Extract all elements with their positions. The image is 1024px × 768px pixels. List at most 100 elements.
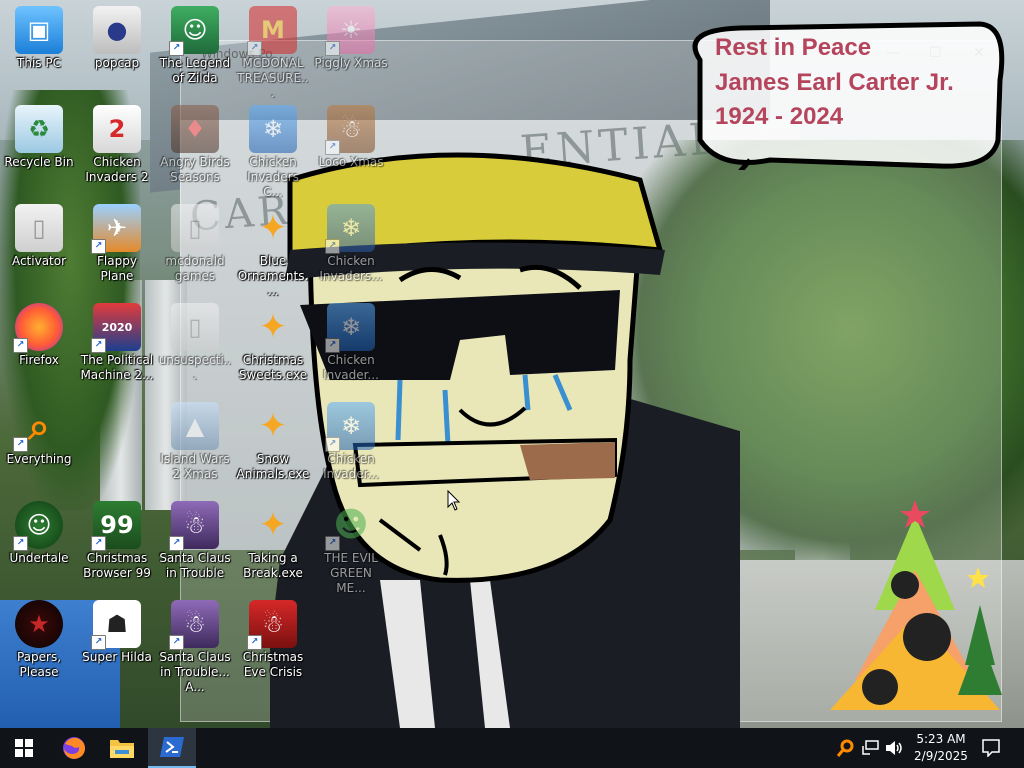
shortcut-arrow-icon: ↗	[169, 41, 184, 56]
desktop-icon-super-hilda[interactable]: ☗ ↗ Super Hilda	[78, 596, 156, 692]
action-center-button[interactable]	[981, 738, 1001, 758]
chicken-invaders-xmas-icon: ❄ ↗	[325, 204, 375, 254]
everything-search-icon: ⌕ ↗	[13, 402, 63, 452]
desktop-icon-label: Undertale	[9, 551, 69, 565]
desktop-icon-label: Santa Claus in Trouble... A...	[159, 650, 231, 694]
desktop-icon-recycle-bin[interactable]: ♻ Recycle Bin	[0, 101, 78, 197]
everything-tray-icon[interactable]	[836, 738, 856, 758]
desktop-icon-chicken-invaders[interactable]: ❄ ↗ Chicken Invaders...	[312, 200, 390, 296]
christmas-browser-icon: 99 ↗	[91, 501, 141, 551]
desktop-icon-island-wars-2-xmas[interactable]: ▲ Island Wars 2 Xmas	[156, 398, 234, 494]
firefox-icon: ↗	[13, 303, 63, 353]
desktop-icon-label: The Political Machine 2...	[80, 353, 154, 382]
desktop-icon-label: Papers, Please	[16, 650, 62, 679]
desktop-icon-label: Chicken Invader...	[323, 452, 379, 481]
desktop-icon-label: Island Wars 2 Xmas	[160, 452, 230, 481]
desktop-icon-angry-birds-seasons[interactable]: ♦ Angry Birds Seasons	[156, 101, 234, 197]
desktop-icon-label: Piggly Xmas	[314, 56, 388, 70]
desktop-icon-unsuspecti[interactable]: ▯ unsuspecti...	[156, 299, 234, 395]
taskbar-file-explorer-button[interactable]	[98, 728, 146, 768]
speech-line-1: Rest in Peace	[715, 34, 872, 61]
desktop-icon-snow-animals-exe[interactable]: ✦ Snow Animals.exe	[234, 398, 312, 494]
clock-date: 2/9/2025	[914, 749, 968, 763]
desktop-icon-label: Chicken Invaders...	[319, 254, 383, 283]
taskbar: 5:23 AM 2/9/2025	[0, 728, 1024, 768]
desktop-icon-chicken-invader[interactable]: ❄ ↗ Chicken Invader...	[312, 299, 390, 395]
piggly-xmas-icon: ☀ ↗	[325, 6, 375, 56]
chicken-invaders-icon: ❄ ↗	[325, 402, 375, 452]
desktop-icon-christmas-sweets-exe[interactable]: ✦ Christmas Sweets.exe	[234, 299, 312, 395]
desktop-icon-popcap[interactable]: ● popcap	[78, 2, 156, 98]
notification-icon	[982, 739, 1000, 757]
shortcut-arrow-icon: ↗	[13, 437, 28, 452]
political-machine-icon: 2020 ↗	[91, 303, 141, 353]
desktop-icon-label: Blue Ornaments....	[237, 254, 309, 298]
christmas-tree-decoration	[830, 500, 1002, 710]
desktop-icon-santa-claus-in-trouble-a[interactable]: ☃ ↗ Santa Claus in Trouble... A...	[156, 596, 234, 694]
mouse-cursor-icon	[447, 490, 461, 511]
mcdonalds-icon: M ↗	[247, 6, 297, 56]
papers-please-icon: ★	[15, 600, 63, 648]
shortcut-arrow-icon: ↗	[13, 536, 28, 551]
flappy-plane-icon: ✈ ↗	[91, 204, 141, 254]
desktop-icon-chicken-invader[interactable]: ❄ ↗ Chicken Invader...	[312, 398, 390, 494]
desktop-icon-christmas-eve-crisis[interactable]: ☃ ↗ Christmas Eve Crisis	[234, 596, 312, 692]
start-button[interactable]	[0, 728, 48, 768]
desktop-icon-label: Activator	[11, 254, 67, 268]
desktop-icon-the-legend-of-zilda[interactable]: ☺ ↗ The Legend of Zilda	[156, 2, 234, 98]
this-pc-icon: ▣	[15, 6, 63, 54]
desktop-icon-the-political-machine-2[interactable]: 2020 ↗ The Political Machine 2...	[78, 299, 156, 395]
desktop-icon-activator[interactable]: ▯ Activator	[0, 200, 78, 296]
desktop-icon-chicken-invaders-2[interactable]: 2 Chicken Invaders 2	[78, 101, 156, 197]
desktop-icon-chicken-invaders-c[interactable]: ❄ Chicken Invaders C...	[234, 101, 312, 199]
desktop-icon-label: unsuspecti...	[158, 353, 232, 382]
taskbar-firefox-button[interactable]	[50, 728, 98, 768]
shortcut-arrow-icon: ↗	[325, 437, 340, 452]
desktop-icon-the-evil-green-me[interactable]: ☻ ↗ THE EVIL GREEN ME...	[312, 497, 390, 595]
desktop-icon-piggly-xmas[interactable]: ☀ ↗ Piggly Xmas	[312, 2, 390, 98]
desktop-icon-undertale[interactable]: ☺ ↗ Undertale	[0, 497, 78, 593]
desktop-icon-loco-xmas[interactable]: ☃ ↗ Loco Xmas	[312, 101, 390, 197]
network-icon[interactable]	[861, 738, 881, 758]
desktop-icon-label: popcap	[94, 56, 140, 70]
desktop-icon-papers-please[interactable]: ★ Papers, Please	[0, 596, 78, 692]
shortcut-arrow-icon: ↗	[169, 536, 184, 551]
shortcut-arrow-icon: ↗	[91, 536, 106, 551]
desktop-icon-mcdonald-games[interactable]: ▯ mcdonald games	[156, 200, 234, 296]
desktop-icon-mcdonal-treasure[interactable]: M ↗ MCDONAL TREASURE...	[234, 2, 312, 100]
puzzle-exe-icon: ✦	[258, 307, 288, 347]
network-icon-glyph	[862, 740, 879, 755]
desktop-icon-christmas-browser-99[interactable]: 99 ↗ Christmas Browser 99	[78, 497, 156, 593]
puzzle-exe-icon: ✦	[258, 505, 288, 545]
taskbar-powershell-button[interactable]	[148, 728, 196, 768]
puzzle-exe-icon: ✦	[258, 406, 288, 446]
clock[interactable]: 5:23 AM 2/9/2025	[906, 731, 976, 765]
speaker-icon	[886, 741, 902, 755]
santa-claus-icon: ☃ ↗	[169, 501, 219, 551]
volume-icon[interactable]	[884, 738, 904, 758]
desktop[interactable]: ENTIAL CART Windows Po — ☐ ✕ Rest in Pea…	[0, 0, 1024, 728]
desktop-icon-firefox[interactable]: ↗ Firefox	[0, 299, 78, 395]
shortcut-arrow-icon: ↗	[247, 635, 262, 650]
desktop-icon-label: Flappy Plane	[97, 254, 137, 283]
shortcut-arrow-icon: ↗	[325, 239, 340, 254]
desktop-icon-label: Christmas Sweets.exe	[238, 353, 308, 382]
desktop-icon-blue-ornaments[interactable]: ✦ Blue Ornaments....	[234, 200, 312, 298]
powershell-icon	[160, 737, 184, 757]
shortcut-arrow-icon: ↗	[247, 41, 262, 56]
desktop-icon-label: Chicken Invaders 2	[85, 155, 149, 184]
desktop-icon-taking-a-break-exe[interactable]: ✦ Taking a Break.exe	[234, 497, 312, 593]
desktop-icon-santa-claus-in-trouble[interactable]: ☃ ↗ Santa Claus in Trouble	[156, 497, 234, 593]
search-icon	[837, 739, 854, 757]
desktop-icon-this-pc[interactable]: ▣ This PC	[0, 2, 78, 98]
desktop-icon-label: THE EVIL GREEN ME...	[324, 551, 378, 595]
loco-xmas-icon: ☃ ↗	[325, 105, 375, 155]
desktop-icon-flappy-plane[interactable]: ✈ ↗ Flappy Plane	[78, 200, 156, 296]
desktop-icon-everything[interactable]: ⌕ ↗ Everything	[0, 398, 78, 494]
shortcut-arrow-icon: ↗	[325, 140, 340, 155]
desktop-icon-label: Loco Xmas	[318, 155, 384, 169]
desktop-icon-label: The Legend of Zilda	[159, 56, 231, 85]
folder-icon: ▯	[171, 204, 219, 252]
shortcut-arrow-icon: ↗	[325, 338, 340, 353]
speech-line-3: 1924 - 2024	[715, 103, 844, 130]
